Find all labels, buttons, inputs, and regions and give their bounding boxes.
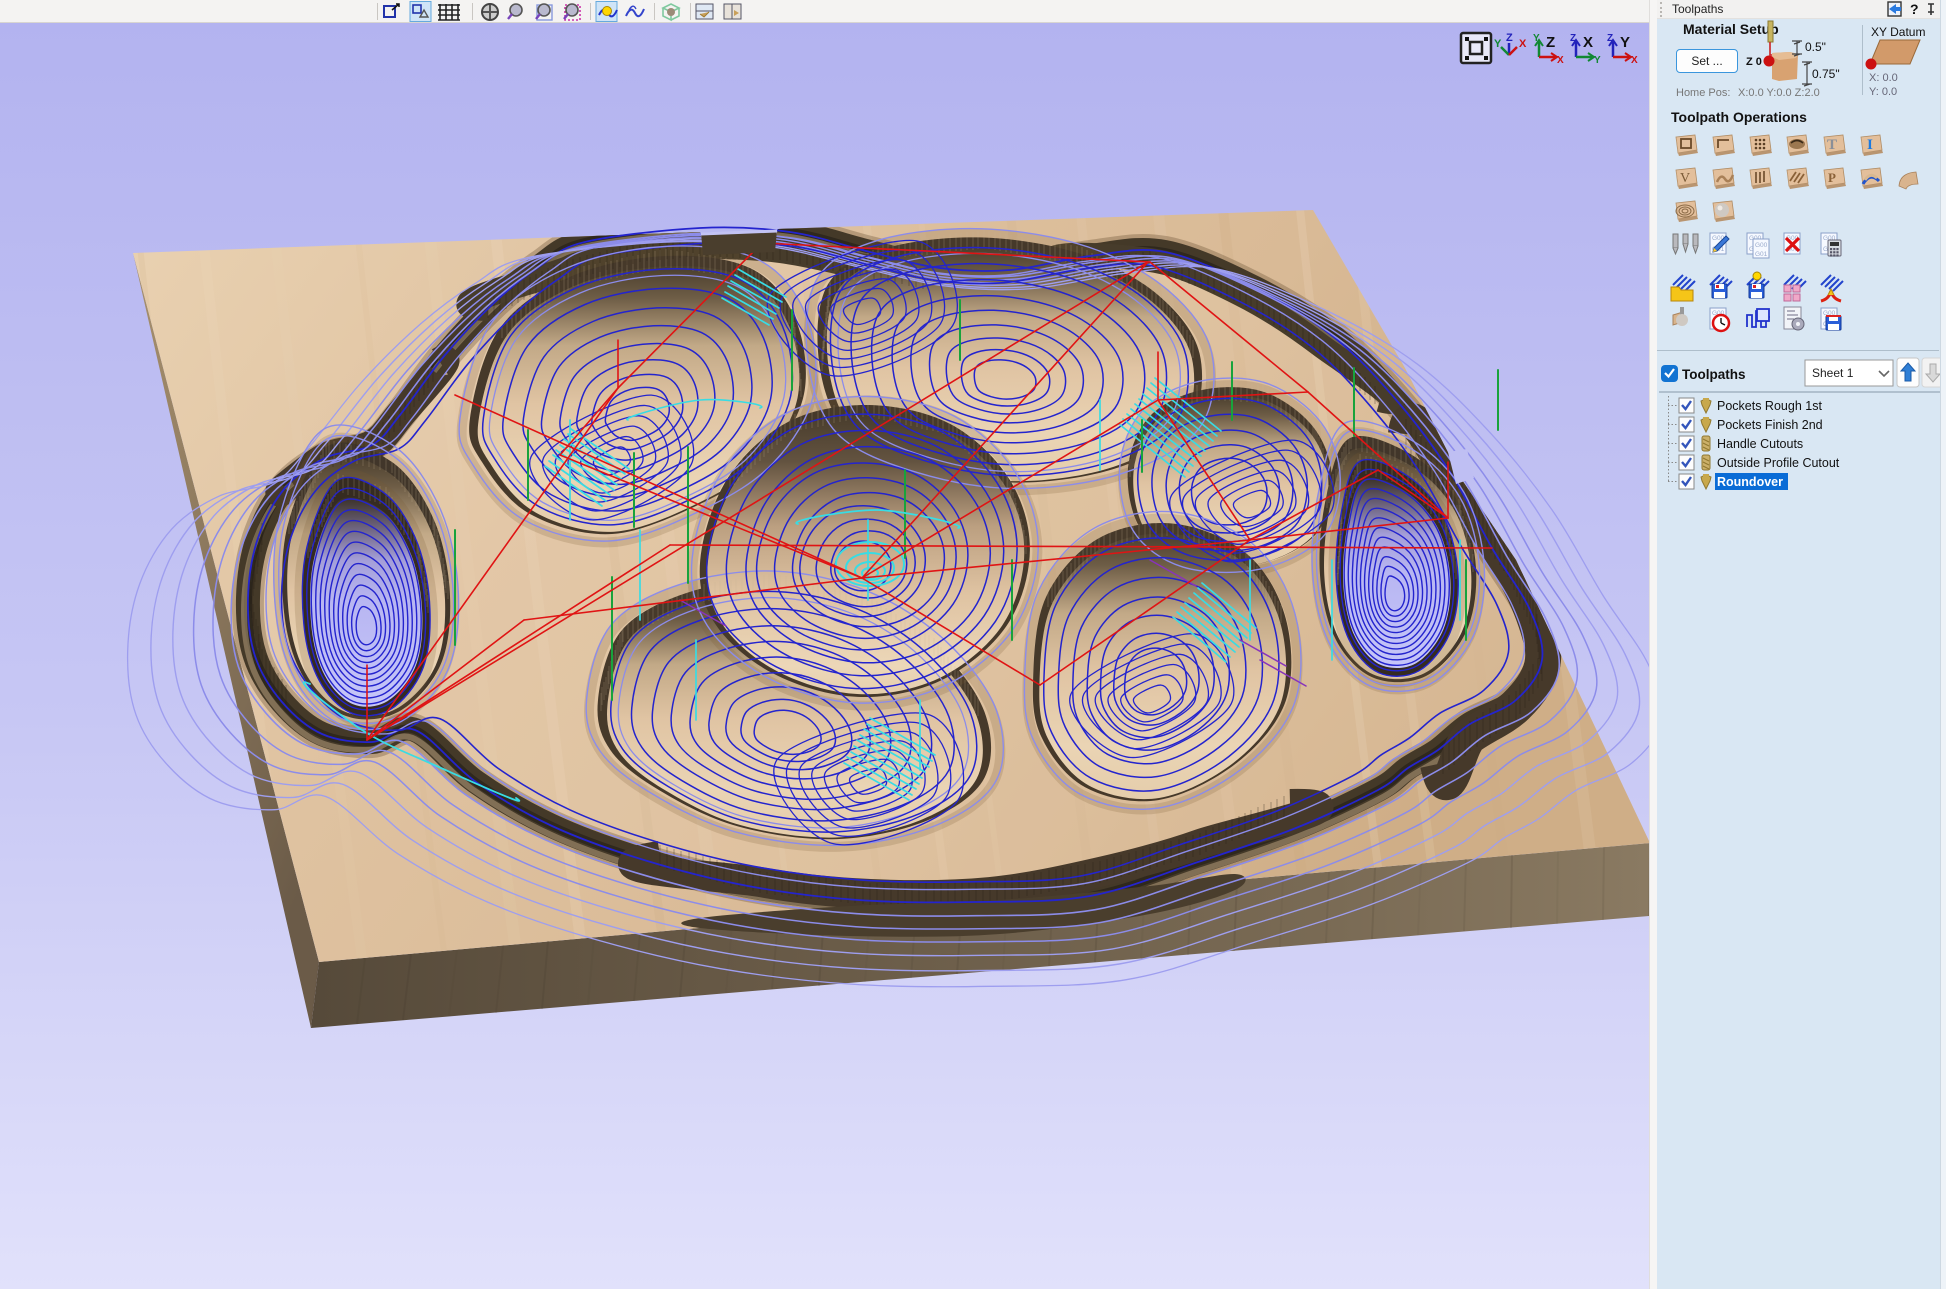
svg-text:Y: Y [1620,34,1630,51]
svg-text:Z: Z [1607,33,1613,44]
svg-text:Outside Profile Cutout: Outside Profile Cutout [1717,456,1840,470]
svg-text:Roundover: Roundover [1717,475,1783,489]
svg-text:X: X [1519,38,1527,50]
svg-text:Y: Y [1594,55,1601,66]
svg-text:0.5": 0.5" [1805,40,1826,54]
svg-text:X: X [1631,55,1638,66]
svg-text:T: T [1827,137,1837,153]
svg-text:X: X [1557,55,1564,66]
svg-text:?: ? [1910,1,1919,17]
svg-text:0.75": 0.75" [1812,67,1840,81]
svg-text:Z: Z [1570,33,1576,44]
svg-text:Z: Z [1546,34,1555,51]
svg-text:G01: G01 [1755,251,1768,258]
svg-text:G00: G00 [1755,242,1768,249]
svg-text:Y: Y [1494,38,1502,50]
svg-text:P: P [1828,170,1836,185]
svg-text:I: I [1867,137,1873,153]
svg-text:Pockets Rough 1st: Pockets Rough 1st [1717,399,1822,413]
svg-text:Sheet 1: Sheet 1 [1812,366,1854,380]
svg-text:X: X [1583,34,1593,51]
svg-text:Pockets Finish 2nd: Pockets Finish 2nd [1717,418,1823,432]
svg-text:Z: Z [1506,32,1513,44]
svg-text:Handle Cutouts: Handle Cutouts [1717,437,1803,451]
svg-text:Y: Y [1533,33,1540,44]
svg-text:V: V [1680,171,1690,186]
svg-text:Toolpaths: Toolpaths [1682,367,1746,382]
